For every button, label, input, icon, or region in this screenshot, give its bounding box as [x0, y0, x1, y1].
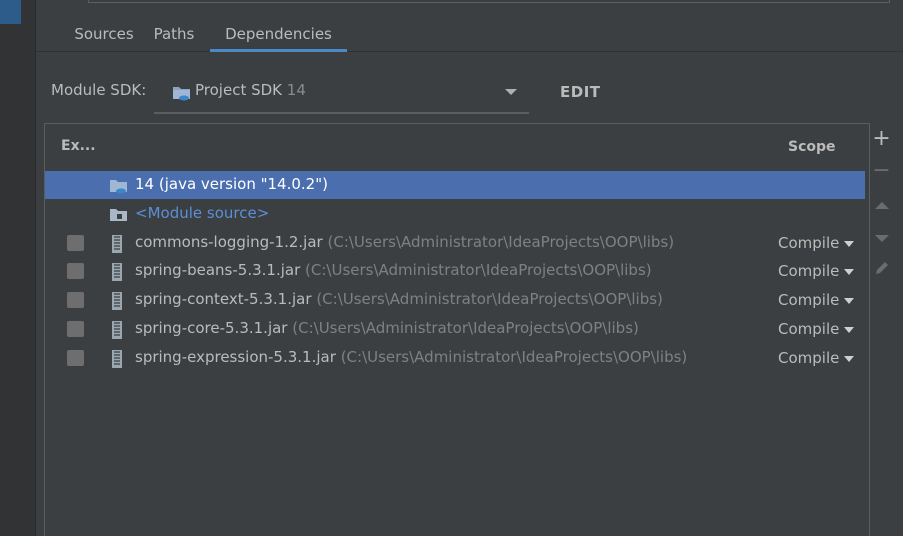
table-row-module-source[interactable]: <Module source>: [45, 200, 865, 228]
module-sdk-dropdown[interactable]: Project SDK 14: [154, 76, 529, 114]
jar-icon: [109, 262, 125, 286]
dependency-name: commons-logging-1.2.jar (C:\Users\Admini…: [135, 233, 675, 251]
export-checkbox[interactable]: [67, 292, 84, 308]
top-border: [88, 0, 890, 3]
selected-strip-marker: [0, 0, 21, 24]
tab-bar: Sources Paths Dependencies: [36, 20, 903, 52]
jar-icon: [109, 291, 125, 315]
export-checkbox[interactable]: [67, 235, 84, 251]
table-row[interactable]: spring-core-5.3.1.jar (C:\Users\Administ…: [45, 315, 865, 343]
edit-sdk-button[interactable]: EDIT: [560, 83, 601, 101]
scope-dropdown[interactable]: Compile: [778, 349, 839, 367]
edit-pencil-icon[interactable]: [870, 258, 893, 282]
table-row[interactable]: spring-beans-5.3.1.jar (C:\Users\Adminis…: [45, 257, 865, 285]
export-checkbox[interactable]: [67, 321, 84, 337]
export-column-header[interactable]: Ex...: [61, 138, 96, 154]
dependency-name: spring-context-5.3.1.jar (C:\Users\Admin…: [135, 290, 663, 308]
dependency-name: spring-expression-5.3.1.jar (C:\Users\Ad…: [135, 348, 688, 366]
chevron-down-icon[interactable]: [844, 298, 854, 304]
scope-dropdown[interactable]: Compile: [778, 234, 839, 252]
chevron-down-icon[interactable]: [844, 269, 854, 275]
table-row[interactable]: commons-logging-1.2.jar (C:\Users\Admini…: [45, 229, 865, 257]
jar-icon: [109, 320, 125, 344]
table-row-sdk[interactable]: 14 (java version "14.0.2"): [45, 171, 865, 199]
sdk-folder-icon: [109, 176, 129, 200]
dependency-name: spring-beans-5.3.1.jar (C:\Users\Adminis…: [135, 261, 652, 279]
dependency-name: <Module source>: [135, 204, 270, 222]
export-checkbox[interactable]: [67, 263, 84, 279]
export-checkbox[interactable]: [67, 350, 84, 366]
table-row[interactable]: spring-context-5.3.1.jar (C:\Users\Admin…: [45, 286, 865, 314]
module-sdk-label: Module SDK:: [51, 81, 147, 99]
move-down-icon[interactable]: [870, 226, 893, 250]
tab-dependencies[interactable]: Dependencies: [210, 20, 347, 52]
scope-dropdown[interactable]: Compile: [778, 291, 839, 309]
scope-column-header[interactable]: Scope: [788, 139, 836, 155]
table-toolbar: + −: [870, 124, 903, 536]
dependency-name: 14 (java version "14.0.2"): [135, 175, 328, 193]
tab-paths[interactable]: Paths: [148, 20, 200, 52]
chevron-down-icon[interactable]: [844, 356, 854, 362]
chevron-down-icon[interactable]: [844, 241, 854, 247]
scope-dropdown[interactable]: Compile: [778, 262, 839, 280]
chevron-down-icon[interactable]: [844, 327, 854, 333]
tab-sources[interactable]: Sources: [54, 20, 154, 52]
chevron-down-icon[interactable]: [505, 89, 517, 95]
module-sdk-row: Module SDK: Project SDK 14 EDIT: [51, 76, 651, 116]
sdk-value: Project SDK: [195, 81, 282, 99]
scope-dropdown[interactable]: Compile: [778, 320, 839, 338]
jar-icon: [109, 349, 125, 373]
module-folder-icon: [109, 205, 129, 229]
table-header: Ex... Scope: [45, 124, 865, 170]
table-row[interactable]: spring-expression-5.3.1.jar (C:\Users\Ad…: [45, 344, 865, 372]
remove-icon[interactable]: −: [870, 160, 893, 184]
sdk-folder-icon: [172, 83, 192, 107]
sdk-version: 14: [286, 81, 306, 99]
move-up-icon[interactable]: [870, 194, 893, 218]
dependency-name: spring-core-5.3.1.jar (C:\Users\Administ…: [135, 319, 639, 337]
add-icon[interactable]: +: [870, 128, 893, 152]
jar-icon: [109, 234, 125, 258]
left-tool-strip: [0, 0, 36, 536]
dependencies-table: Ex... Scope 14 (java version "14.0.2") <…: [44, 123, 870, 536]
